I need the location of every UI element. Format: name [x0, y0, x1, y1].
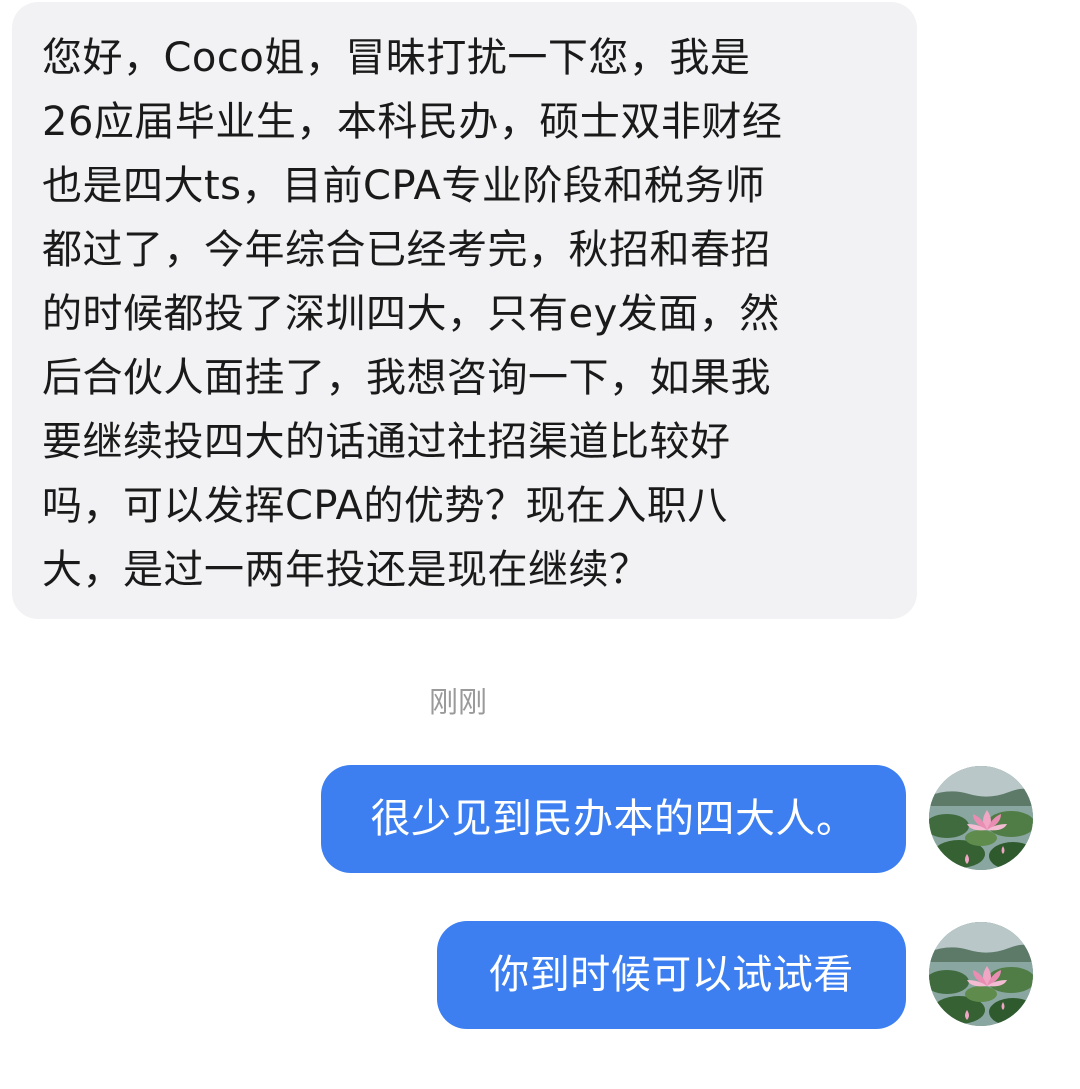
outgoing-message-bubble[interactable]: 很少见到民办本的四大人。 [321, 765, 906, 873]
incoming-message-line: 也是四大ts，目前CPA专业阶段和税务师 [42, 163, 766, 209]
incoming-message-line: 都过了，今年综合已经考完，秋招和春招 [42, 227, 771, 273]
message-timestamp: 刚刚 [428, 685, 487, 719]
incoming-message-line: 您好，Coco姐，冒昧打扰一下您，我是 [42, 35, 751, 81]
incoming-message-line: 后合伙人面挂了，我想咨询一下，如果我 [42, 355, 771, 401]
lotus-avatar-icon[interactable] [929, 922, 1033, 1026]
incoming-message-line: 的时候都投了深圳四大，只有ey发面，然 [42, 291, 780, 337]
incoming-message-line: 要继续投四大的话通过社招渠道比较好 [42, 419, 731, 465]
incoming-message-line: 26应届毕业生，本科民办，硕士双非财经 [42, 99, 783, 145]
lotus-avatar-icon[interactable] [929, 766, 1033, 870]
incoming-message-line: 大，是过一两年投还是现在继续？ [42, 547, 650, 593]
outgoing-message-bubble[interactable]: 你到时候可以试试看 [437, 921, 906, 1029]
incoming-message-line: 吗，可以发挥CPA的优势？现在入职八 [42, 483, 728, 529]
chat-thread: 您好，Coco姐，冒昧打扰一下您，我是 26应届毕业生，本科民办，硕士双非财经 … [0, 0, 1080, 1089]
